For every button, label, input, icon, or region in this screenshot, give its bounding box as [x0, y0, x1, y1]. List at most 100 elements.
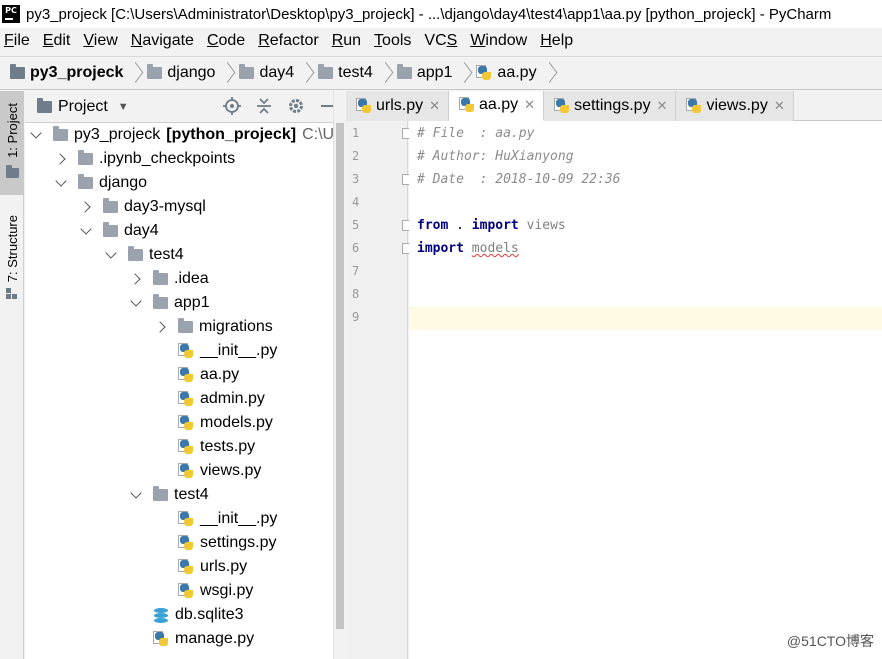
tree-item[interactable]: __init__.py: [154, 507, 277, 531]
menu-item-Edit[interactable]: Edit: [43, 32, 71, 50]
chevron-down-icon[interactable]: [129, 488, 143, 502]
view-selector-caret-icon[interactable]: ▼: [118, 101, 129, 113]
breadcrumb-item[interactable]: django: [147, 64, 215, 82]
menu-item-text: iew: [93, 32, 118, 49]
chevron-down-icon[interactable]: [29, 128, 43, 142]
folder-icon: [153, 294, 168, 309]
menu-item-text: ode: [218, 32, 246, 49]
tree-item[interactable]: day3-mysql: [79, 195, 206, 219]
tree-item-label: admin.py: [200, 390, 265, 407]
close-icon[interactable]: ✕: [524, 97, 535, 113]
menu-item-View[interactable]: View: [83, 32, 117, 50]
menu-item-File[interactable]: File: [4, 32, 30, 50]
breadcrumb-separator-icon: [131, 62, 141, 84]
breadcrumb-item[interactable]: app1: [396, 64, 452, 82]
breadcrumb-item[interactable]: test4: [318, 64, 373, 82]
breadcrumb-item[interactable]: day4: [239, 64, 294, 82]
tree-item[interactable]: .ipynb_checkpoints: [54, 147, 235, 171]
code-editor[interactable]: # File : aa.py # Author: HuXianyong # Date…: [409, 121, 882, 659]
tree-item[interactable]: views.py: [154, 459, 261, 483]
tree-item[interactable]: app1: [129, 291, 210, 315]
menu-item-Code[interactable]: Code: [207, 32, 245, 50]
tree-item[interactable]: models.py: [154, 411, 273, 435]
menu-item-VCS[interactable]: VCS: [424, 32, 457, 50]
collapse-all-icon[interactable]: [255, 97, 273, 115]
chevron-right-icon[interactable]: [79, 200, 93, 214]
tree-item-label: django: [99, 174, 148, 191]
chevron-down-icon[interactable]: [104, 248, 118, 262]
tab-settings-py[interactable]: settings.py ✕: [544, 91, 677, 121]
folder-icon: [128, 246, 143, 261]
structure-tool-tab[interactable]: 7: Structure: [0, 209, 24, 319]
code-token: # Author: HuXianyong: [417, 149, 574, 164]
editor-tabs: urls.py ✕ aa.py ✕ settings.py ✕ views.py ✕: [346, 91, 882, 122]
tree-item[interactable]: django: [54, 171, 147, 195]
menu-item-Help[interactable]: Help: [540, 32, 573, 50]
gear-icon[interactable]: [287, 97, 305, 115]
tree-item[interactable]: settings.py: [154, 531, 276, 555]
tree-item[interactable]: wsgi.py: [154, 579, 253, 603]
close-icon[interactable]: ✕: [774, 98, 785, 114]
tree-item[interactable]: tests.py: [154, 435, 255, 459]
breadcrumb-separator-icon: [223, 62, 233, 84]
chevron-down-icon[interactable]: [129, 296, 143, 310]
tree-item[interactable]: __init__.py: [154, 339, 277, 363]
chevron-right-icon[interactable]: [129, 272, 143, 286]
tree-item[interactable]: aa.py: [154, 363, 239, 387]
code-line: # Author: HuXianyong: [417, 149, 574, 164]
tree-item[interactable]: test4: [129, 483, 209, 507]
breadcrumb-item[interactable]: aa.py: [476, 64, 537, 82]
tree-item[interactable]: admin.py: [154, 387, 265, 411]
tree-item-label: models.py: [200, 414, 273, 431]
scrollbar-thumb[interactable]: [336, 123, 344, 629]
tab-aa-py[interactable]: aa.py ✕: [449, 91, 545, 122]
breadcrumb-item[interactable]: py3_projeck: [10, 64, 123, 82]
line-number: 1: [352, 126, 360, 140]
chevron-down-icon[interactable]: [54, 176, 68, 190]
chevron-right-icon[interactable]: [54, 152, 68, 166]
menu-item-Navigate[interactable]: Navigate: [131, 32, 194, 50]
tree-item-label: views.py: [200, 462, 262, 479]
tab-label: urls.py: [376, 97, 424, 114]
code-token: views: [518, 218, 566, 233]
tree-item[interactable]: .idea: [129, 267, 209, 291]
tree-item[interactable]: db.sqlite3: [129, 603, 244, 627]
menu-item-Run[interactable]: Run: [332, 32, 361, 50]
tree-item[interactable]: day4: [79, 219, 159, 243]
tree-item[interactable]: test4: [104, 243, 184, 267]
tree-item[interactable]: urls.py: [154, 555, 247, 579]
menu-item-Window[interactable]: Window: [470, 32, 527, 50]
python-file-icon: [686, 98, 702, 114]
tree-item[interactable]: migrations: [154, 315, 273, 339]
close-icon[interactable]: ✕: [657, 98, 668, 114]
tree-item[interactable]: py3_projeck [python_projeck] C:\Us: [29, 123, 333, 147]
chevron-down-icon[interactable]: [79, 224, 93, 238]
menu-item-Refactor[interactable]: Refactor: [258, 32, 318, 50]
menu-item-Tools[interactable]: Tools: [374, 32, 411, 50]
window-title: py3_projeck [C:\Users\Administrator\Desk…: [26, 5, 832, 23]
tab-urls-py[interactable]: urls.py ✕: [346, 91, 450, 121]
python-file-icon: [178, 439, 194, 455]
menu-mnemonic: R: [331, 32, 344, 49]
project-tool-tab[interactable]: 1: Project: [0, 91, 24, 195]
menu-mnemonic: F: [4, 32, 14, 49]
code-line: # Date : 2018-10-09 22:36: [417, 172, 621, 187]
project-panel-title[interactable]: Project: [58, 98, 108, 116]
close-icon[interactable]: ✕: [429, 98, 440, 114]
folder-icon: [10, 64, 25, 79]
tree-item[interactable]: manage.py: [129, 627, 254, 651]
tab-label: settings.py: [574, 97, 651, 114]
project-tree-scrollbar[interactable]: [333, 91, 345, 659]
menu-mnemonic: N: [130, 32, 143, 49]
python-file-icon: [476, 65, 492, 81]
tab-views-py[interactable]: views.py ✕: [676, 91, 794, 121]
menu-bar: File Edit View Navigate Code Refactor Run Tools…: [0, 28, 882, 54]
locate-target-icon[interactable]: [223, 97, 241, 115]
chevron-right-icon[interactable]: [154, 320, 168, 334]
